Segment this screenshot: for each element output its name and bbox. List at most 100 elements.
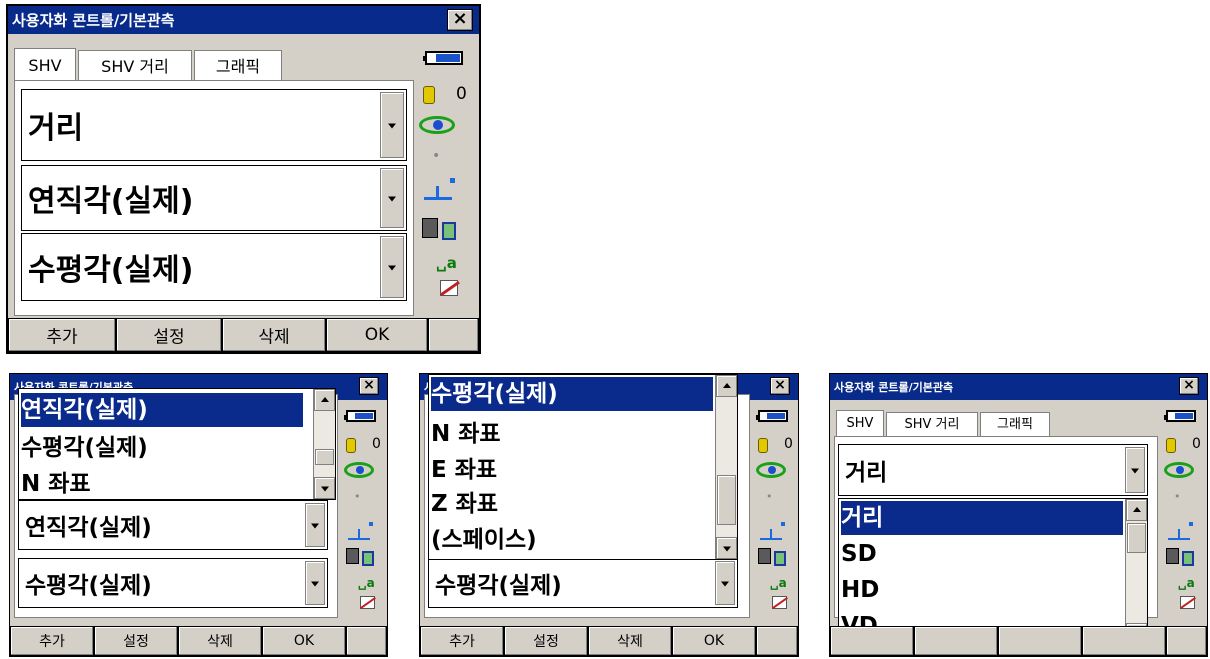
ok-button[interactable]: OK [326, 318, 428, 352]
settings-button[interactable]: 설정 [504, 626, 588, 656]
dropdown-button[interactable] [305, 561, 325, 605]
hidden-button[interactable] [998, 626, 1082, 656]
list-item[interactable]: N 좌표 [21, 467, 91, 499]
dropdown-button[interactable] [715, 561, 735, 605]
chevron-down-icon [320, 486, 329, 492]
tab-graphic[interactable]: 그래픽 [194, 50, 282, 83]
dropdown-button[interactable] [305, 503, 325, 547]
close-button[interactable]: × [447, 9, 473, 31]
scroll-up-button[interactable] [314, 389, 335, 411]
scroll-up-button[interactable] [1126, 499, 1147, 521]
field-combo-3[interactable]: 수평각(실제) [18, 558, 328, 608]
dropdown-button[interactable] [380, 92, 404, 158]
ppm-dot-icon: • [1174, 490, 1181, 503]
spare-button[interactable] [1166, 626, 1207, 656]
list-item[interactable]: 수평각(실제) [21, 431, 148, 465]
list-item[interactable]: HD [841, 573, 879, 607]
chevron-down-icon [721, 581, 729, 587]
ok-button[interactable]: OK [672, 626, 756, 656]
button-label: 추가 [39, 634, 65, 650]
spare-button[interactable] [756, 626, 798, 656]
chevron-down-icon [388, 196, 396, 202]
dropdown-button[interactable] [1125, 447, 1145, 493]
hidden-button[interactable] [830, 626, 914, 656]
list-item[interactable]: 연직각(실제) [21, 393, 303, 427]
dropdown-list: 거리 SD HD VD [838, 498, 1148, 646]
scroll-down-button[interactable] [314, 477, 335, 499]
add-button[interactable]: 추가 [8, 318, 116, 352]
close-icon: × [363, 377, 375, 393]
title-bar: 사용자화 콘트롤/기본관측 × [830, 374, 1207, 400]
screen-main: 사용자화 콘트롤/기본관측 × SHV SHV 거리 그래픽 거리 연직각(실제… [6, 4, 481, 354]
tab-graphic[interactable]: 그래픽 [980, 412, 1050, 437]
scrollbar[interactable] [715, 375, 737, 559]
list-item[interactable]: 거리 [841, 501, 1123, 535]
delete-button[interactable]: 삭제 [178, 626, 262, 656]
tab-label: SHV 거리 [101, 57, 169, 76]
laser-icon [1168, 522, 1196, 540]
prism-icon [346, 438, 356, 453]
field-combo-1[interactable]: 거리 [838, 444, 1148, 496]
scroll-up-button[interactable] [716, 375, 737, 397]
tab-shv[interactable]: SHV [14, 48, 76, 84]
list-item[interactable]: N 좌표 [431, 417, 501, 451]
battery-icon [1164, 410, 1196, 422]
dropdown-list: 연직각(실제) 수평각(실제) N 좌표 [18, 388, 336, 500]
tab-label: 그래픽 [215, 57, 261, 76]
prism-icon [1166, 438, 1176, 453]
close-button[interactable]: × [359, 377, 379, 395]
list-item[interactable]: SD [841, 537, 877, 571]
edit-icon [360, 596, 376, 609]
settings-button[interactable]: 설정 [116, 318, 222, 352]
hidden-button[interactable] [1082, 626, 1166, 656]
scrollbar[interactable] [1125, 499, 1147, 645]
settings-button[interactable]: 설정 [94, 626, 178, 656]
spare-button[interactable] [428, 318, 479, 352]
scrollbar[interactable] [313, 389, 335, 499]
field-value: 연직각(실제) [28, 184, 194, 219]
close-button[interactable]: × [770, 377, 790, 395]
field-value: 거리 [28, 111, 84, 146]
close-button[interactable]: × [1179, 377, 1199, 395]
delete-button[interactable]: 삭제 [588, 626, 672, 656]
laser-icon [424, 178, 458, 200]
list-item[interactable]: Z 좌표 [431, 487, 498, 521]
add-button[interactable]: 추가 [10, 626, 94, 656]
list-item[interactable]: E 좌표 [431, 453, 497, 487]
tab-shv-distance[interactable]: SHV 거리 [78, 50, 192, 83]
tab-shv-distance[interactable]: SHV 거리 [886, 412, 978, 437]
delete-button[interactable]: 삭제 [222, 318, 326, 352]
scroll-down-button[interactable] [716, 537, 737, 559]
hidden-button[interactable] [914, 626, 998, 656]
field-combo-3[interactable]: 수평각(실제) [21, 233, 407, 301]
button-label: 삭제 [617, 634, 643, 650]
chevron-down-icon [1131, 468, 1139, 474]
field-combo-2[interactable]: 연직각(실제) [21, 165, 407, 231]
screen-dropdown-horizontal: 사용자화 콘트롤/기본관측 × 수평각(실제) 수평각(실제) N 좌표 E 좌… [419, 373, 799, 657]
button-label: OK [293, 633, 315, 649]
field-value: 수평각(실제) [28, 253, 194, 288]
button-label: 추가 [449, 634, 475, 650]
chevron-up-icon [1132, 507, 1141, 512]
laser-icon [760, 522, 788, 540]
dropdown-button[interactable] [380, 236, 404, 298]
field-combo-1[interactable]: 거리 [21, 89, 407, 161]
button-label: 설정 [153, 327, 185, 348]
field-combo-3[interactable]: 수평각(실제) [428, 558, 738, 608]
scroll-thumb[interactable] [717, 475, 736, 525]
button-bar: 추가 설정 삭제 OK [10, 626, 387, 656]
list-item[interactable]: (스페이스) [431, 523, 537, 557]
list-item[interactable]: 수평각(실제) [431, 377, 713, 411]
battery-icon [423, 51, 463, 65]
add-button[interactable]: 추가 [420, 626, 504, 656]
tab-label: SHV 거리 [904, 417, 960, 432]
ok-button[interactable]: OK [262, 626, 346, 656]
field-combo-2[interactable]: 연직각(실제) [18, 500, 328, 550]
scroll-thumb[interactable] [315, 449, 334, 465]
tab-shv[interactable]: SHV [836, 410, 884, 438]
laser-icon [348, 522, 376, 540]
scroll-thumb[interactable] [1127, 523, 1146, 553]
spare-button[interactable] [346, 626, 387, 656]
button-label: OK [703, 633, 725, 649]
dropdown-button[interactable] [380, 168, 404, 228]
